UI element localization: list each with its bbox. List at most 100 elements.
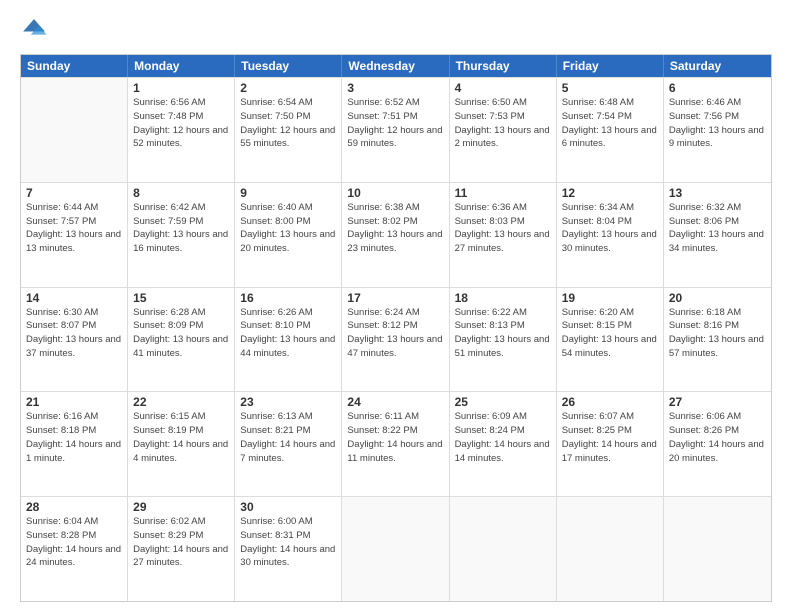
- day-number: 20: [669, 291, 766, 305]
- calendar-cell: 4Sunrise: 6:50 AMSunset: 7:53 PMDaylight…: [450, 78, 557, 182]
- calendar-cell-empty: [557, 497, 664, 601]
- calendar-cell: 20Sunrise: 6:18 AMSunset: 8:16 PMDayligh…: [664, 288, 771, 392]
- calendar-week: 7Sunrise: 6:44 AMSunset: 7:57 PMDaylight…: [21, 182, 771, 287]
- day-info: Sunrise: 6:46 AMSunset: 7:56 PMDaylight:…: [669, 96, 766, 151]
- day-info: Sunrise: 6:02 AMSunset: 8:29 PMDaylight:…: [133, 515, 229, 570]
- day-number: 21: [26, 395, 122, 409]
- day-number: 13: [669, 186, 766, 200]
- calendar-cell: 16Sunrise: 6:26 AMSunset: 8:10 PMDayligh…: [235, 288, 342, 392]
- day-info: Sunrise: 6:15 AMSunset: 8:19 PMDaylight:…: [133, 410, 229, 465]
- day-info: Sunrise: 6:48 AMSunset: 7:54 PMDaylight:…: [562, 96, 658, 151]
- calendar-cell: 21Sunrise: 6:16 AMSunset: 8:18 PMDayligh…: [21, 392, 128, 496]
- day-info: Sunrise: 6:34 AMSunset: 8:04 PMDaylight:…: [562, 201, 658, 256]
- day-info: Sunrise: 6:00 AMSunset: 8:31 PMDaylight:…: [240, 515, 336, 570]
- day-number: 3: [347, 81, 443, 95]
- calendar-cell: 7Sunrise: 6:44 AMSunset: 7:57 PMDaylight…: [21, 183, 128, 287]
- calendar-cell: 27Sunrise: 6:06 AMSunset: 8:26 PMDayligh…: [664, 392, 771, 496]
- day-info: Sunrise: 6:18 AMSunset: 8:16 PMDaylight:…: [669, 306, 766, 361]
- calendar-cell: 12Sunrise: 6:34 AMSunset: 8:04 PMDayligh…: [557, 183, 664, 287]
- calendar-cell: 11Sunrise: 6:36 AMSunset: 8:03 PMDayligh…: [450, 183, 557, 287]
- calendar-cell: 23Sunrise: 6:13 AMSunset: 8:21 PMDayligh…: [235, 392, 342, 496]
- day-number: 19: [562, 291, 658, 305]
- calendar-week: 28Sunrise: 6:04 AMSunset: 8:28 PMDayligh…: [21, 496, 771, 601]
- day-number: 16: [240, 291, 336, 305]
- day-number: 30: [240, 500, 336, 514]
- calendar-week: 1Sunrise: 6:56 AMSunset: 7:48 PMDaylight…: [21, 77, 771, 182]
- calendar-cell-empty: [450, 497, 557, 601]
- calendar-week: 21Sunrise: 6:16 AMSunset: 8:18 PMDayligh…: [21, 391, 771, 496]
- day-info: Sunrise: 6:30 AMSunset: 8:07 PMDaylight:…: [26, 306, 122, 361]
- day-number: 10: [347, 186, 443, 200]
- calendar-cell: 25Sunrise: 6:09 AMSunset: 8:24 PMDayligh…: [450, 392, 557, 496]
- day-number: 1: [133, 81, 229, 95]
- calendar-cell: 8Sunrise: 6:42 AMSunset: 7:59 PMDaylight…: [128, 183, 235, 287]
- calendar-cell: 14Sunrise: 6:30 AMSunset: 8:07 PMDayligh…: [21, 288, 128, 392]
- header: [20, 16, 772, 44]
- day-info: Sunrise: 6:20 AMSunset: 8:15 PMDaylight:…: [562, 306, 658, 361]
- day-number: 23: [240, 395, 336, 409]
- calendar-cell: 29Sunrise: 6:02 AMSunset: 8:29 PMDayligh…: [128, 497, 235, 601]
- calendar-cell: 6Sunrise: 6:46 AMSunset: 7:56 PMDaylight…: [664, 78, 771, 182]
- calendar-cell: 10Sunrise: 6:38 AMSunset: 8:02 PMDayligh…: [342, 183, 449, 287]
- day-number: 14: [26, 291, 122, 305]
- calendar-cell: 28Sunrise: 6:04 AMSunset: 8:28 PMDayligh…: [21, 497, 128, 601]
- day-number: 5: [562, 81, 658, 95]
- day-info: Sunrise: 6:22 AMSunset: 8:13 PMDaylight:…: [455, 306, 551, 361]
- day-number: 15: [133, 291, 229, 305]
- calendar-body: 1Sunrise: 6:56 AMSunset: 7:48 PMDaylight…: [21, 77, 771, 601]
- day-info: Sunrise: 6:06 AMSunset: 8:26 PMDaylight:…: [669, 410, 766, 465]
- calendar-header-row: SundayMondayTuesdayWednesdayThursdayFrid…: [21, 55, 771, 77]
- day-info: Sunrise: 6:44 AMSunset: 7:57 PMDaylight:…: [26, 201, 122, 256]
- day-info: Sunrise: 6:32 AMSunset: 8:06 PMDaylight:…: [669, 201, 766, 256]
- logo: [20, 16, 52, 44]
- day-number: 9: [240, 186, 336, 200]
- calendar-cell: 1Sunrise: 6:56 AMSunset: 7:48 PMDaylight…: [128, 78, 235, 182]
- calendar-header-cell: Wednesday: [342, 55, 449, 77]
- page: SundayMondayTuesdayWednesdayThursdayFrid…: [0, 0, 792, 612]
- day-number: 26: [562, 395, 658, 409]
- calendar-header-cell: Monday: [128, 55, 235, 77]
- calendar-header-cell: Thursday: [450, 55, 557, 77]
- calendar-cell: 2Sunrise: 6:54 AMSunset: 7:50 PMDaylight…: [235, 78, 342, 182]
- calendar-cell: 30Sunrise: 6:00 AMSunset: 8:31 PMDayligh…: [235, 497, 342, 601]
- calendar-cell: 26Sunrise: 6:07 AMSunset: 8:25 PMDayligh…: [557, 392, 664, 496]
- calendar-cell: 3Sunrise: 6:52 AMSunset: 7:51 PMDaylight…: [342, 78, 449, 182]
- day-number: 2: [240, 81, 336, 95]
- day-info: Sunrise: 6:24 AMSunset: 8:12 PMDaylight:…: [347, 306, 443, 361]
- calendar-cell-empty: [342, 497, 449, 601]
- day-number: 25: [455, 395, 551, 409]
- calendar-header-cell: Saturday: [664, 55, 771, 77]
- calendar-cell: 5Sunrise: 6:48 AMSunset: 7:54 PMDaylight…: [557, 78, 664, 182]
- day-number: 22: [133, 395, 229, 409]
- day-info: Sunrise: 6:28 AMSunset: 8:09 PMDaylight:…: [133, 306, 229, 361]
- day-info: Sunrise: 6:36 AMSunset: 8:03 PMDaylight:…: [455, 201, 551, 256]
- calendar-cell: 22Sunrise: 6:15 AMSunset: 8:19 PMDayligh…: [128, 392, 235, 496]
- day-number: 29: [133, 500, 229, 514]
- day-number: 27: [669, 395, 766, 409]
- day-number: 17: [347, 291, 443, 305]
- day-number: 8: [133, 186, 229, 200]
- day-number: 18: [455, 291, 551, 305]
- calendar-week: 14Sunrise: 6:30 AMSunset: 8:07 PMDayligh…: [21, 287, 771, 392]
- calendar-cell: 24Sunrise: 6:11 AMSunset: 8:22 PMDayligh…: [342, 392, 449, 496]
- calendar-cell: 18Sunrise: 6:22 AMSunset: 8:13 PMDayligh…: [450, 288, 557, 392]
- day-info: Sunrise: 6:13 AMSunset: 8:21 PMDaylight:…: [240, 410, 336, 465]
- calendar-cell-empty: [21, 78, 128, 182]
- day-number: 24: [347, 395, 443, 409]
- day-number: 6: [669, 81, 766, 95]
- calendar-cell-empty: [664, 497, 771, 601]
- day-number: 12: [562, 186, 658, 200]
- day-number: 7: [26, 186, 122, 200]
- calendar-header-cell: Sunday: [21, 55, 128, 77]
- calendar-header-cell: Friday: [557, 55, 664, 77]
- day-info: Sunrise: 6:42 AMSunset: 7:59 PMDaylight:…: [133, 201, 229, 256]
- calendar-header-cell: Tuesday: [235, 55, 342, 77]
- day-info: Sunrise: 6:04 AMSunset: 8:28 PMDaylight:…: [26, 515, 122, 570]
- day-number: 11: [455, 186, 551, 200]
- day-info: Sunrise: 6:07 AMSunset: 8:25 PMDaylight:…: [562, 410, 658, 465]
- calendar-cell: 17Sunrise: 6:24 AMSunset: 8:12 PMDayligh…: [342, 288, 449, 392]
- calendar-cell: 15Sunrise: 6:28 AMSunset: 8:09 PMDayligh…: [128, 288, 235, 392]
- day-info: Sunrise: 6:38 AMSunset: 8:02 PMDaylight:…: [347, 201, 443, 256]
- day-number: 4: [455, 81, 551, 95]
- logo-icon: [20, 16, 48, 44]
